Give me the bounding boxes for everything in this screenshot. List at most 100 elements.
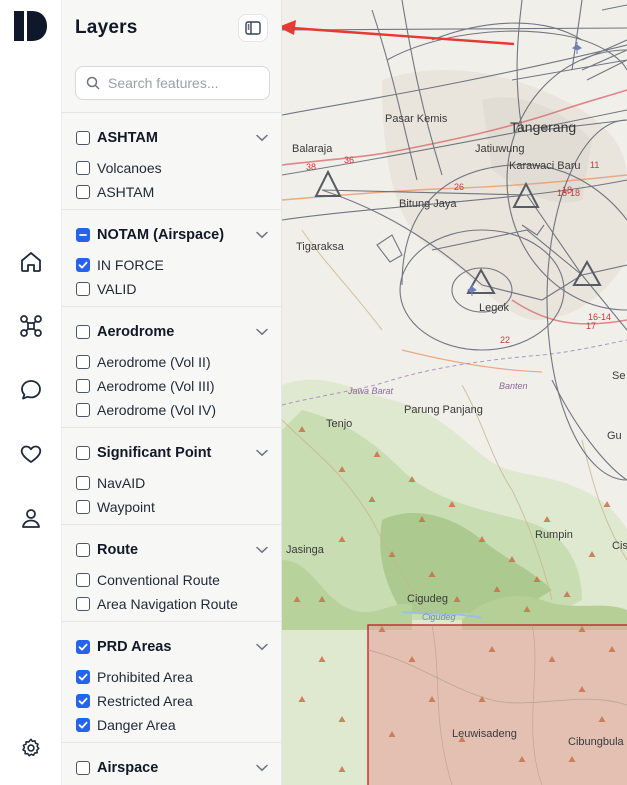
layer-group-ashtam: ASHTAM Volcanoes ASHTAM [62,112,281,209]
layer-item[interactable]: Area Navigation Route [76,594,238,614]
layer-group-header[interactable]: Airspace [76,758,158,778]
layer-checkbox[interactable] [76,379,90,393]
layer-group-header[interactable]: PRD Areas [76,637,171,657]
map-view[interactable]: Pasar Kemis Tangerang Balaraja Jatiuwung Kar… [282,0,627,785]
layer-checkbox[interactable] [76,282,90,296]
layer-item[interactable]: Aerodrome (Vol II) [76,352,211,372]
layer-item[interactable]: Prohibited Area [76,667,193,687]
layer-item-label: Waypoint [97,499,155,515]
layer-group-header[interactable]: NOTAM (Airspace) [76,225,224,245]
road-number-label: 26 [454,182,465,192]
sidebar-toggle-icon [245,21,261,35]
layer-item[interactable]: Volcanoes [76,158,162,178]
group-label: Aerodrome [97,324,175,340]
settings-icon[interactable] [17,734,45,762]
chevron-down-icon[interactable] [255,228,269,242]
layer-item-label: Prohibited Area [97,669,193,685]
layer-checkbox[interactable] [76,258,90,272]
layer-group-notam-airspace: NOTAM (Airspace) IN FORCE VALID [62,209,281,306]
map-place-label: Cigudeg [422,612,456,622]
search-input[interactable] [108,75,258,91]
layer-group-header[interactable]: ASHTAM [76,128,158,148]
layer-item[interactable]: Waypoint [76,497,155,517]
map-place-label: Tenjo [326,418,353,430]
layer-checkbox[interactable] [76,355,90,369]
map-place-label: Pasar Kemis [385,113,448,125]
layer-checkbox[interactable] [76,694,90,708]
group-checkbox[interactable] [76,131,90,145]
group-checkbox[interactable] [76,761,90,775]
layer-group-route: Route Conventional Route Area Navigation R… [62,524,281,621]
chevron-down-icon[interactable] [255,131,269,145]
road-number-label: 17 [586,321,597,331]
layer-group-header[interactable]: Aerodrome [76,322,174,342]
chevron-down-icon[interactable] [255,640,269,654]
chat-icon[interactable] [17,376,45,404]
heart-icon[interactable] [17,440,45,468]
group-checkbox[interactable] [76,543,90,557]
map-place-label: Jasinga [286,544,324,556]
layer-checkbox[interactable] [76,161,90,175]
map-place-label: Karawaci Baru [509,160,581,172]
layer-checkbox[interactable] [76,670,90,684]
map-place-label: Tigaraksa [296,241,344,253]
map-place-label: Cibungbula [568,736,624,748]
group-checkbox[interactable] [76,640,90,654]
map-place-label: Bitung Jaya [399,198,457,210]
layer-item[interactable]: Aerodrome (Vol IV) [76,400,216,420]
group-label: Route [97,542,139,558]
map-place-label: Gu [607,430,622,442]
layer-checkbox[interactable] [76,185,90,199]
layer-checkbox[interactable] [76,500,90,514]
layer-group-significant-point: Significant Point NavAID Waypoint [62,427,281,524]
app-logo-icon[interactable] [14,11,48,41]
layer-checkbox[interactable] [76,573,90,587]
drone-icon[interactable] [17,312,45,340]
group-label: PRD Areas [97,639,172,655]
home-icon[interactable] [17,248,45,276]
layer-item[interactable]: Restricted Area [76,691,193,711]
chevron-down-icon[interactable] [255,325,269,339]
group-checkbox[interactable] [76,228,90,242]
layer-item[interactable]: Danger Area [76,715,176,735]
chevron-down-icon[interactable] [255,543,269,557]
map-place-label: Banten [499,381,528,391]
layer-item[interactable]: Conventional Route [76,570,220,590]
chevron-down-icon[interactable] [255,446,269,460]
user-icon[interactable] [17,504,45,532]
layer-item-label: Aerodrome (Vol IV) [97,402,217,418]
layer-item-label: IN FORCE [97,257,164,273]
layer-checkbox[interactable] [76,476,90,490]
road-number-label: 22 [500,335,511,345]
road-number-label: 38 [306,162,317,172]
layer-item[interactable]: ASHTAM [76,182,154,202]
map-place-label: Legok [479,302,509,314]
map-place-label: Balaraja [292,143,333,155]
sidebar-toggle-button[interactable] [238,14,268,42]
layer-checkbox[interactable] [76,403,90,417]
layer-item[interactable]: IN FORCE [76,255,164,275]
map-place-label: Cis [612,540,627,552]
layer-item[interactable]: NavAID [76,473,145,493]
group-label: ASHTAM [97,130,158,146]
group-checkbox[interactable] [76,446,90,460]
map-canvas [282,0,627,785]
layer-checkbox[interactable] [76,597,90,611]
layer-item-label: Volcanoes [97,160,162,176]
layer-checkbox[interactable] [76,718,90,732]
layer-group-prd-areas: PRD Areas Prohibited Area Restricted Area D… [62,621,281,742]
road-number-label: 36 [344,155,355,165]
chevron-down-icon[interactable] [255,761,269,775]
layer-item-label: Restricted Area [97,693,193,709]
layer-group-header[interactable]: Route [76,540,138,560]
layer-item[interactable]: Aerodrome (Vol III) [76,376,215,396]
icon-rail [0,0,62,785]
layer-item-label: ASHTAM [97,184,155,200]
group-label: NOTAM (Airspace) [97,227,225,243]
group-label: Significant Point [97,445,212,461]
layer-group-header[interactable]: Significant Point [76,443,211,463]
group-checkbox[interactable] [76,325,90,339]
search-field[interactable] [75,66,270,100]
map-place-label: Se [612,370,626,382]
layer-item[interactable]: VALID [76,279,136,299]
